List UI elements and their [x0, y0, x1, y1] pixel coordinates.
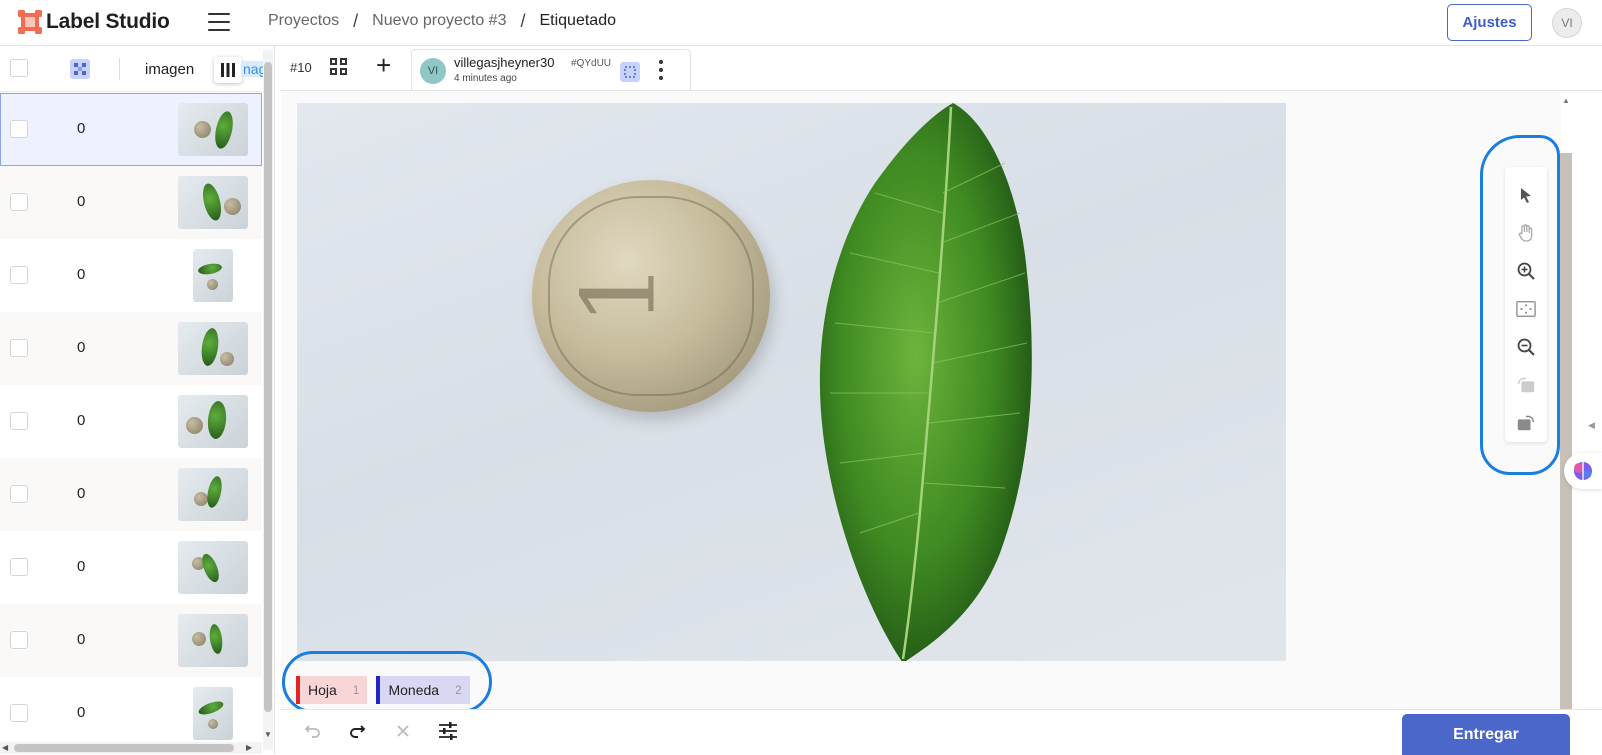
breadcrumb-current: Etiquetado	[539, 12, 616, 29]
canvas-scrollbar[interactable]	[1560, 153, 1572, 709]
row-checkbox[interactable]	[10, 120, 28, 138]
task-list-scrollbar[interactable]	[263, 50, 273, 750]
ml-assist-button[interactable]	[1564, 453, 1602, 489]
breadcrumb-project[interactable]: Nuevo proyecto #3	[372, 12, 506, 30]
redo-icon[interactable]	[346, 720, 368, 742]
coin-image: 1	[532, 180, 770, 412]
reset-icon[interactable]	[392, 720, 414, 742]
row-checkbox[interactable]	[10, 339, 28, 357]
highlight-annotation-toolbar	[1480, 135, 1560, 475]
column-header-imagen[interactable]: imagen	[145, 61, 194, 78]
table-row[interactable]: 0	[0, 239, 262, 312]
row-annotations-count: 0	[77, 631, 86, 648]
row-annotations-count: 0	[77, 485, 86, 502]
table-row[interactable]: 0	[0, 458, 262, 531]
table-row[interactable]: 0	[0, 677, 262, 750]
row-thumbnail	[178, 103, 248, 156]
table-row[interactable]: 0	[0, 166, 262, 239]
brain-icon	[1574, 462, 1592, 480]
breadcrumb-projects[interactable]: Proyectos	[268, 12, 339, 30]
undo-icon[interactable]	[302, 720, 324, 742]
highlight-labels	[282, 651, 492, 713]
task-list: imagen nag 0 0 0 0 0 0 0 0 0 ◀ ▶ ▼	[0, 46, 275, 754]
annotation-time: 4 minutes ago	[454, 73, 517, 84]
user-avatar[interactable]: VI	[1552, 8, 1582, 38]
id-column-icon[interactable]	[70, 59, 90, 79]
row-checkbox[interactable]	[10, 631, 28, 649]
row-annotations-count: 0	[77, 558, 86, 575]
menu-icon[interactable]	[208, 13, 230, 31]
row-thumbnail	[178, 541, 248, 594]
task-id: #10	[290, 60, 312, 75]
row-checkbox[interactable]	[10, 558, 28, 576]
image-canvas[interactable]: 1	[281, 92, 1561, 708]
annotation-tab[interactable]: VI villegasjheyner30 4 minutes ago #QYdU…	[411, 49, 691, 90]
row-thumbnail	[178, 395, 248, 448]
submit-button[interactable]: Entregar	[1402, 714, 1570, 755]
table-row[interactable]: 0	[0, 604, 262, 677]
grid-view-icon[interactable]	[330, 58, 348, 76]
table-row[interactable]: 0	[0, 93, 262, 166]
row-thumbnail	[178, 468, 248, 521]
task-image[interactable]: 1	[297, 103, 1286, 661]
row-checkbox[interactable]	[10, 412, 28, 430]
row-thumbnail	[193, 687, 233, 740]
row-thumbnail	[193, 249, 233, 302]
row-annotations-count: 0	[77, 412, 86, 429]
row-checkbox[interactable]	[10, 704, 28, 722]
annotation-hash: #QYdUU	[571, 58, 612, 69]
row-checkbox[interactable]	[10, 266, 28, 284]
annotation-type-icon	[620, 62, 640, 82]
annotator-avatar: VI	[420, 58, 446, 84]
table-row[interactable]: 0	[0, 312, 262, 385]
row-annotations-count: 0	[77, 339, 86, 356]
task-list-horizontal-scrollbar[interactable]	[0, 742, 262, 754]
row-annotations-count: 0	[77, 120, 86, 137]
table-row[interactable]: 0	[0, 531, 262, 604]
select-all-checkbox[interactable]	[10, 59, 28, 77]
columns-icon[interactable]	[214, 57, 242, 83]
row-annotations-count: 0	[77, 193, 86, 210]
annotator-username: villegasjheyner30	[454, 55, 555, 70]
top-bar: Label Studio Proyectos / Nuevo proyecto …	[0, 0, 1602, 46]
leaf-image	[819, 103, 1032, 661]
row-thumbnail	[178, 176, 248, 229]
header-divider	[119, 58, 120, 80]
row-annotations-count: 0	[77, 266, 86, 283]
app-logo[interactable]: Label Studio	[18, 10, 170, 34]
scroll-down-icon[interactable]: ▼	[264, 730, 272, 739]
add-annotation-icon[interactable]: +	[376, 52, 391, 78]
canvas-scroll-up-icon[interactable]: ▲	[1562, 96, 1570, 105]
row-checkbox[interactable]	[10, 485, 28, 503]
scroll-right-icon[interactable]: ▶	[246, 743, 252, 752]
app-name: Label Studio	[46, 10, 170, 33]
bottom-bar: Entregar	[281, 709, 1602, 755]
breadcrumb-separator: /	[520, 11, 526, 31]
task-list-header: imagen nag	[0, 46, 269, 92]
settings-sliders-icon[interactable]	[437, 720, 459, 742]
breadcrumb: Proyectos / Nuevo proyecto #3 / Etiqueta…	[268, 12, 616, 30]
collapse-panel-icon[interactable]: ◀	[1588, 420, 1595, 431]
row-checkbox[interactable]	[10, 193, 28, 211]
breadcrumb-separator: /	[353, 11, 359, 31]
row-annotations-count: 0	[77, 704, 86, 721]
annotation-bar: #10 + VI villegasjheyner30 4 minutes ago…	[281, 46, 1602, 91]
table-row[interactable]: 0	[0, 385, 262, 458]
label-studio-logo-icon	[18, 10, 42, 34]
row-thumbnail	[178, 614, 248, 667]
task-rows: 0 0 0 0 0 0 0 0 0	[0, 93, 262, 750]
settings-button[interactable]: Ajustes	[1447, 4, 1532, 41]
scroll-left-icon[interactable]: ◀	[2, 743, 8, 752]
more-options-icon[interactable]	[659, 60, 663, 84]
row-thumbnail	[178, 322, 248, 375]
